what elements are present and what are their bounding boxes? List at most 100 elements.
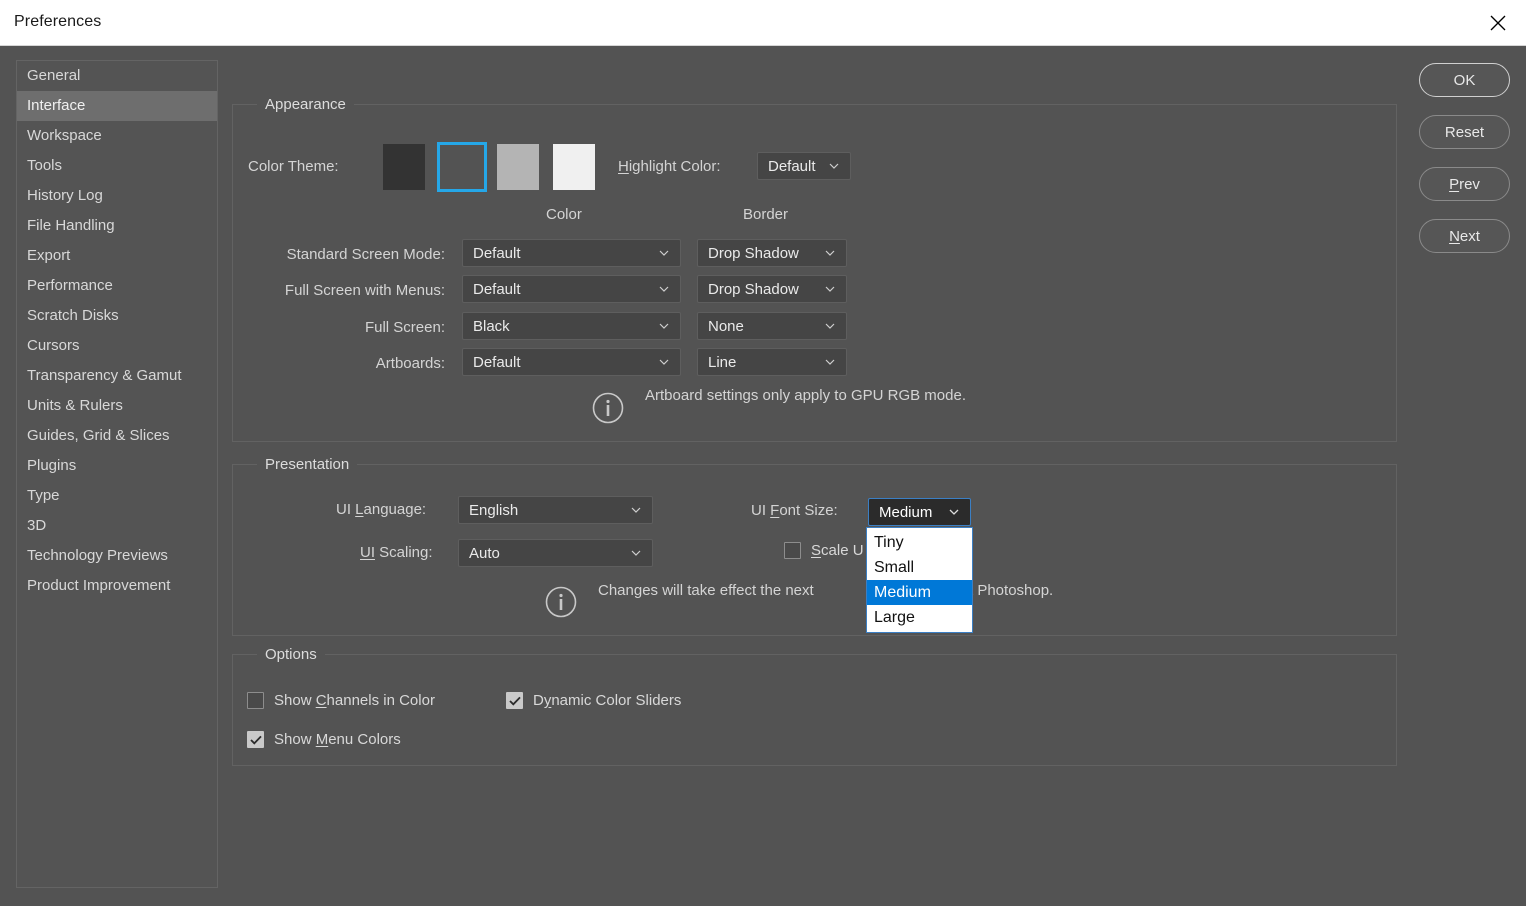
- full-screen-with-menus-color-select[interactable]: Default: [462, 275, 681, 303]
- dialog-body: General Interface Workspace Tools History Lo…: [0, 46, 1526, 906]
- presentation-group-label: Presentation: [257, 456, 358, 473]
- sidebar-item-label: Guides, Grid & Slices: [27, 427, 170, 444]
- chevron-down-icon: [820, 323, 846, 329]
- sidebar-item-label: Workspace: [27, 127, 102, 144]
- presentation-note-tail: t Photoshop.: [969, 582, 1054, 599]
- chevron-down-icon: [654, 286, 680, 292]
- full-screen-color-select[interactable]: Black: [462, 312, 681, 340]
- standard-screen-mode-border-select[interactable]: Drop Shadow: [697, 239, 847, 267]
- sidebar-item-label: Scratch Disks: [27, 307, 119, 324]
- column-header-border: Border: [743, 206, 789, 223]
- dropdown-option-tiny[interactable]: Tiny: [867, 530, 972, 555]
- ui-scaling-select[interactable]: Auto: [458, 539, 653, 567]
- sidebar-item-type[interactable]: Type: [17, 481, 217, 511]
- chevron-down-icon: [654, 359, 680, 365]
- sidebar-item-label: File Handling: [27, 217, 115, 234]
- artboards-color-select[interactable]: Default: [462, 348, 681, 376]
- standard-screen-mode-label: Standard Screen Mode:: [286, 246, 445, 263]
- show-menu-colors-checkbox[interactable]: Show Menu Colors: [247, 731, 401, 748]
- theme-swatch-darkest[interactable]: [383, 144, 425, 190]
- dropdown-option-medium[interactable]: Medium: [867, 580, 972, 605]
- full-screen-border-select[interactable]: None: [697, 312, 847, 340]
- info-icon: [544, 585, 578, 619]
- ui-language-select[interactable]: English: [458, 496, 653, 524]
- sidebar-item-workspace[interactable]: Workspace: [17, 121, 217, 151]
- theme-swatch-lightest[interactable]: [553, 144, 595, 190]
- standard-screen-mode-color-select[interactable]: Default: [462, 239, 681, 267]
- checkbox-box: [784, 542, 801, 559]
- full-screen-label: Full Screen:: [364, 319, 445, 336]
- checkbox-box: [506, 692, 523, 709]
- close-icon[interactable]: [1470, 0, 1526, 45]
- appearance-note: Artboard settings only apply to GPU RGB …: [645, 387, 966, 404]
- sidebar-item-scratch-disks[interactable]: Scratch Disks: [17, 301, 217, 331]
- sidebar-item-export[interactable]: Export: [17, 241, 217, 271]
- window-title: Preferences: [14, 13, 102, 30]
- dropdown-option-small[interactable]: Small: [867, 555, 972, 580]
- artboards-label: Artboards:: [375, 355, 445, 372]
- chevron-down-icon: [626, 507, 652, 513]
- sidebar-item-label: History Log: [27, 187, 103, 204]
- next-button[interactable]: Next: [1419, 219, 1510, 253]
- highlight-color-select[interactable]: Default: [757, 152, 851, 180]
- sidebar-item-transparency-gamut[interactable]: Transparency & Gamut: [17, 361, 217, 391]
- chevron-down-icon: [944, 509, 970, 515]
- sidebar-item-label: Cursors: [27, 337, 80, 354]
- chevron-down-icon: [820, 359, 846, 365]
- sidebar-item-product-improvement[interactable]: Product Improvement: [17, 571, 217, 601]
- sidebar-item-label: Technology Previews: [27, 547, 168, 564]
- presentation-note: Changes will take effect the next: [598, 582, 814, 599]
- theme-swatch-dark[interactable]: [437, 142, 487, 192]
- sidebar-item-performance[interactable]: Performance: [17, 271, 217, 301]
- chevron-down-icon: [820, 250, 846, 256]
- color-theme-label: Color Theme:: [248, 158, 339, 175]
- highlight-color-label: Highlight Color:: [618, 158, 721, 175]
- sidebar-item-3d[interactable]: 3D: [17, 511, 217, 541]
- title-bar: Preferences: [0, 0, 1526, 46]
- sidebar-item-label: Export: [27, 247, 71, 264]
- dynamic-color-sliders-checkbox[interactable]: Dynamic Color Sliders: [506, 692, 681, 709]
- show-channels-in-color-checkbox[interactable]: Show Channels in Color: [247, 692, 435, 709]
- sidebar-item-label: Interface: [27, 97, 86, 114]
- category-list[interactable]: General Interface Workspace Tools History Lo…: [16, 60, 218, 888]
- chevron-down-icon: [820, 286, 846, 292]
- theme-swatch-light[interactable]: [497, 144, 539, 190]
- sidebar-item-interface[interactable]: Interface: [17, 91, 217, 121]
- dropdown-option-large[interactable]: Large: [867, 605, 972, 630]
- chevron-down-icon: [654, 250, 680, 256]
- sidebar-item-cursors[interactable]: Cursors: [17, 331, 217, 361]
- sidebar-item-history-log[interactable]: History Log: [17, 181, 217, 211]
- scale-ui-to-font-size-checkbox[interactable]: Scale U: [784, 542, 864, 559]
- info-icon: [591, 391, 625, 425]
- sidebar-item-technology-previews[interactable]: Technology Previews: [17, 541, 217, 571]
- sidebar-item-label: Tools: [27, 157, 63, 174]
- sidebar-item-general[interactable]: General: [17, 61, 217, 91]
- sidebar-item-label: 3D: [27, 517, 47, 534]
- full-screen-with-menus-label: Full Screen with Menus:: [284, 282, 445, 299]
- sidebar-item-label: Plugins: [27, 457, 77, 474]
- sidebar-item-guides-grid-slices[interactable]: Guides, Grid & Slices: [17, 421, 217, 451]
- chevron-down-icon: [654, 323, 680, 329]
- ui-language-label: UI Language:: [336, 501, 427, 518]
- chevron-down-icon: [824, 163, 850, 169]
- sidebar-item-file-handling[interactable]: File Handling: [17, 211, 217, 241]
- sidebar-item-units-rulers[interactable]: Units & Rulers: [17, 391, 217, 421]
- reset-button[interactable]: Reset: [1419, 115, 1510, 149]
- ui-font-size-select[interactable]: Medium: [868, 498, 971, 526]
- sidebar-item-label: Transparency & Gamut: [27, 367, 182, 384]
- sidebar-item-plugins[interactable]: Plugins: [17, 451, 217, 481]
- column-header-color: Color: [546, 206, 582, 223]
- ui-scaling-label: UI Scaling:: [360, 544, 433, 561]
- options-group: Options: [232, 646, 1397, 766]
- checkbox-box: [247, 692, 264, 709]
- sidebar-item-tools[interactable]: Tools: [17, 151, 217, 181]
- ui-font-size-dropdown-list[interactable]: Tiny Small Medium Large: [866, 527, 973, 633]
- sidebar-item-label: Type: [27, 487, 60, 504]
- ok-button[interactable]: OK: [1419, 63, 1510, 97]
- prev-button[interactable]: Prev: [1419, 167, 1510, 201]
- ui-font-size-label: UI Font Size:: [751, 502, 838, 519]
- appearance-group-label: Appearance: [257, 96, 354, 113]
- scale-ui-label: Scale U: [811, 542, 864, 559]
- full-screen-with-menus-border-select[interactable]: Drop Shadow: [697, 275, 847, 303]
- artboards-border-select[interactable]: Line: [697, 348, 847, 376]
